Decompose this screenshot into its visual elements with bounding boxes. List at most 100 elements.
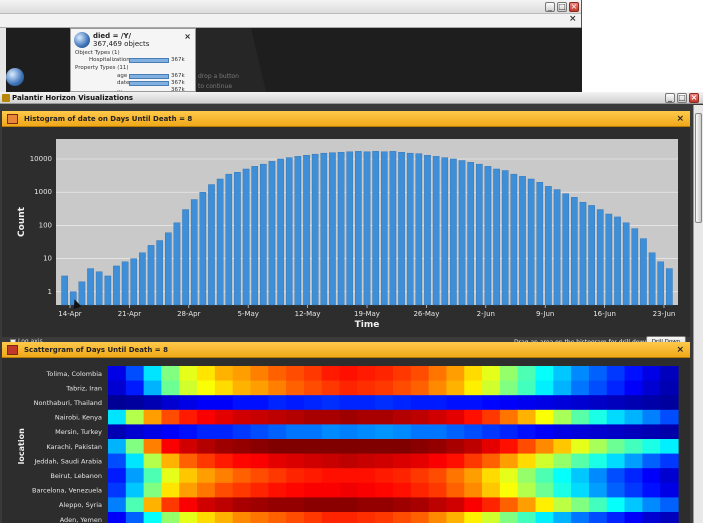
maximize-button[interactable]: □ xyxy=(557,2,567,12)
heatmap-cell xyxy=(303,497,323,513)
vertical-scrollbar[interactable] xyxy=(693,105,703,523)
heatmap-cell xyxy=(553,439,572,454)
heatmap-cell xyxy=(606,424,626,440)
histogram-bar xyxy=(640,238,647,306)
heatmap-cell xyxy=(482,497,501,513)
close-icon[interactable]: × xyxy=(676,342,684,358)
heatmap-cell xyxy=(517,409,537,425)
heatmap-cell xyxy=(660,512,679,523)
heatmap-cell xyxy=(588,468,608,484)
heatmap-cell xyxy=(286,395,305,411)
heatmap-cell xyxy=(642,366,661,381)
histogram-bar xyxy=(182,209,189,306)
heatmap-cell xyxy=(357,380,376,396)
histogram-bar xyxy=(303,155,310,306)
heatmap-cell xyxy=(268,424,287,440)
histogram-bar xyxy=(173,222,181,306)
heatmap-cell xyxy=(339,453,358,469)
heatmap-cell xyxy=(571,395,590,411)
histogram-bar xyxy=(484,166,492,306)
histogram-bar xyxy=(268,161,276,306)
heatmap-cell xyxy=(464,512,483,523)
x-tick-label: 5-May xyxy=(237,310,258,318)
heatmap-cell xyxy=(303,366,323,381)
close-icon[interactable]: × xyxy=(676,111,684,127)
scrollbar-thumb[interactable] xyxy=(695,113,702,223)
node-card[interactable]: died = /Y/ 367,469 objects × Object Type… xyxy=(70,28,196,93)
background-window-titlebar[interactable]: _ □ × xyxy=(0,0,581,14)
minimize-button[interactable]: _ xyxy=(665,93,675,103)
heatmap-cell xyxy=(410,409,430,425)
heatmap-cell xyxy=(499,512,519,523)
heatmap-cell xyxy=(143,497,163,513)
heatmap-cell xyxy=(214,366,234,381)
heatmap-cell xyxy=(161,453,180,469)
histogram-bar xyxy=(432,156,440,306)
heatmap-cell xyxy=(143,512,163,523)
x-tick-label: 23-Jun xyxy=(653,310,676,318)
heatmap-cell xyxy=(339,380,358,396)
x-tick-label: 12-May xyxy=(295,310,321,318)
maximize-button[interactable]: □ xyxy=(677,93,687,103)
globe-node-icon[interactable] xyxy=(6,68,24,86)
heatmap-cell xyxy=(624,395,643,411)
histogram-bar xyxy=(355,151,362,306)
heatmap-cell xyxy=(143,468,163,484)
histogram-chart[interactable]: 1 10 100 1000 10000 14-Apr 21-Apr 28-Apr 5-May 12… xyxy=(2,127,690,335)
window-titlebar[interactable]: Palantir Horizon Visualizations _ □ × xyxy=(0,92,703,104)
heatmap-cell xyxy=(428,482,448,498)
heatmap-cell xyxy=(232,439,252,454)
close-icon[interactable]: × xyxy=(184,32,191,41)
heatmap-cell xyxy=(606,497,626,513)
heatmap-cell xyxy=(606,395,626,411)
close-button[interactable]: × xyxy=(569,2,579,12)
heatmap-cell xyxy=(571,380,590,396)
heatmap-cell xyxy=(125,482,145,498)
heatmap-cell xyxy=(571,439,590,454)
row-label: Mersin, Turkey xyxy=(55,428,102,436)
heatmap-cell xyxy=(606,453,626,469)
histogram-bar xyxy=(329,152,336,306)
close-button[interactable]: × xyxy=(689,93,699,103)
x-tick-label: 2-Jun xyxy=(477,310,495,318)
heatmap-cell xyxy=(321,409,341,425)
heatmap-cell xyxy=(214,453,234,469)
heatmap-cell xyxy=(161,380,180,396)
histogram-bar xyxy=(156,240,163,306)
histogram-bar xyxy=(545,186,552,306)
heatmap-cell xyxy=(286,512,305,523)
heatmap-cell xyxy=(535,395,554,411)
y-tick-label: 10000 xyxy=(30,155,52,163)
heatmap-cell xyxy=(197,395,216,411)
histogram-title: Histogram of date on Days Until Death = … xyxy=(24,115,193,123)
histogram-bar xyxy=(234,172,241,306)
histogram-bar xyxy=(398,152,405,306)
heatmap-cell xyxy=(464,439,483,454)
heatmap-cell xyxy=(571,424,590,440)
heatmap-cell xyxy=(339,395,358,411)
heatmap-cell xyxy=(642,512,661,523)
heatmap-cell xyxy=(517,366,537,381)
heatmap-cell xyxy=(446,512,465,523)
heatmap-cell xyxy=(339,482,358,498)
minimize-button[interactable]: _ xyxy=(545,2,555,12)
window-title: Palantir Horizon Visualizations xyxy=(12,94,134,102)
heatmap-cell xyxy=(535,512,554,523)
heatmap-cell xyxy=(321,424,341,440)
heatmap-cell xyxy=(428,439,448,454)
heatmap-cell xyxy=(197,468,216,484)
heatmap-cell xyxy=(660,424,679,440)
heatmap-cell xyxy=(660,439,679,454)
histogram-bar xyxy=(87,268,94,306)
close-icon[interactable]: × xyxy=(569,14,577,24)
scattergram-chart[interactable]: Tolima, Colombia Tabriz, Iran Nonthaburi, … xyxy=(2,358,690,523)
heatmap-cell xyxy=(464,468,483,484)
heatmap-cell xyxy=(303,482,323,498)
left-panel-edge xyxy=(0,28,6,92)
heatmap-cell xyxy=(179,468,198,484)
histogram-bar xyxy=(424,155,431,306)
heatmap-cell xyxy=(535,424,554,440)
heatmap-cell xyxy=(482,482,501,498)
heatmap-cell xyxy=(303,395,323,411)
heatmap-cell xyxy=(214,409,234,425)
